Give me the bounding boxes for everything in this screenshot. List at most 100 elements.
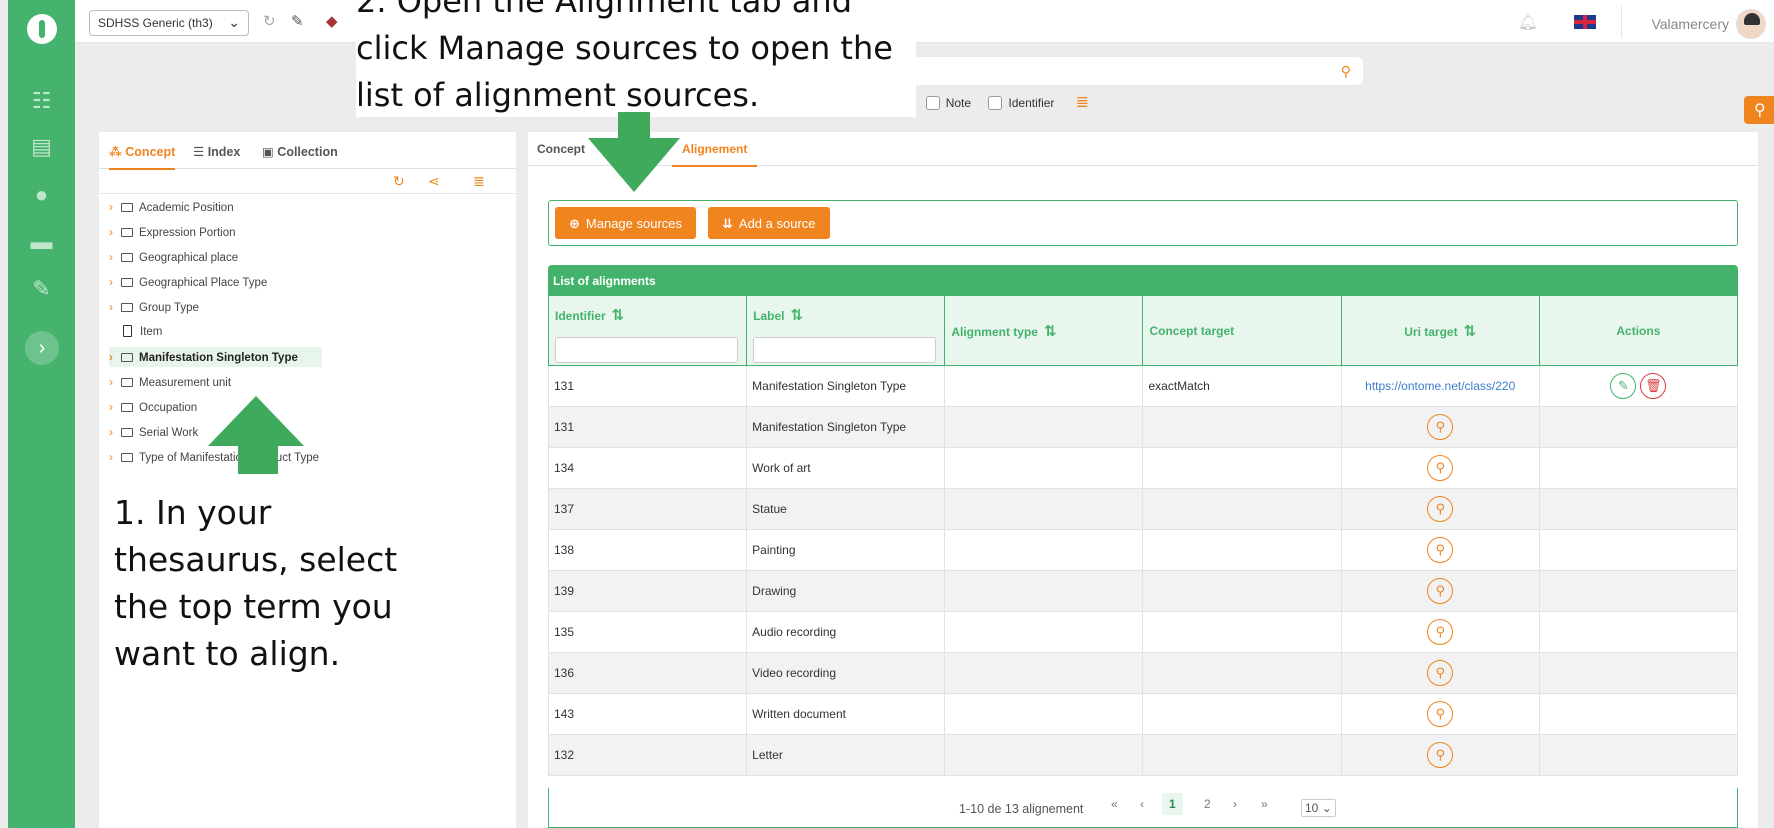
table-row: 134 Work of art ⚲: [547, 447, 1739, 489]
username[interactable]: Valamercery: [1651, 16, 1729, 32]
manage-sources-button[interactable]: ⊕ Manage sources: [555, 207, 697, 239]
tree-toolbar: ↻ ⋖ ≣: [99, 170, 516, 194]
tree-item[interactable]: › Academic Position: [109, 197, 234, 217]
chevron-right-icon[interactable]: ›: [109, 197, 121, 217]
refresh-icon[interactable]: ↻: [263, 12, 276, 30]
search-alignment-icon[interactable]: ⚲: [1427, 742, 1454, 768]
tab-collection-label: Collection: [277, 145, 338, 159]
search-input[interactable]: ⚲: [870, 57, 1363, 85]
bell-icon[interactable]: 🔔︎: [1518, 12, 1538, 32]
page-2-button[interactable]: 2: [1204, 797, 1211, 811]
menu-lines-icon[interactable]: ≣: [473, 173, 485, 190]
tree-item[interactable]: Item: [109, 322, 162, 342]
col-uri-target-label: Uri target: [1404, 324, 1458, 339]
tab-concept[interactable]: ⁂ Concept: [109, 144, 176, 170]
search-alignment-icon[interactable]: ⚲: [1427, 660, 1454, 686]
avatar[interactable]: [1736, 9, 1766, 39]
refresh-icon[interactable]: ↻: [393, 173, 405, 190]
filter-note-checkbox[interactable]: [925, 96, 940, 110]
edit-icon[interactable]: ✎: [1610, 373, 1637, 399]
sort-icon[interactable]: ⇅: [1464, 323, 1477, 340]
prev-page-button[interactable]: ‹: [1140, 797, 1144, 811]
tab-alignement[interactable]: Alignement: [672, 142, 758, 167]
menu-lines-icon[interactable]: ≣: [1076, 94, 1089, 111]
chevron-right-icon[interactable]: ›: [109, 347, 121, 367]
arrow-down-icon: [588, 112, 680, 192]
chevron-right-icon[interactable]: ›: [109, 397, 121, 417]
chevron-right-icon[interactable]: ›: [109, 372, 121, 392]
tree-item[interactable]: › Geographical place: [109, 247, 238, 267]
eraser-icon[interactable]: ◆: [326, 12, 338, 30]
chevron-right-icon[interactable]: ›: [109, 447, 121, 467]
sort-down-icon: ⇊: [722, 216, 733, 231]
search-icon[interactable]: ⚲: [1341, 63, 1351, 80]
side-search-button[interactable]: ⚲: [1744, 96, 1774, 124]
identifier-filter-input[interactable]: [555, 337, 738, 363]
expand-nav-button[interactable]: ›: [25, 331, 59, 365]
label-filter-input[interactable]: [753, 337, 937, 363]
app-logo[interactable]: [27, 14, 57, 44]
first-page-button[interactable]: «: [1111, 797, 1118, 811]
add-source-button[interactable]: ⇊ Add a source: [708, 207, 830, 239]
uri-target-link[interactable]: https://ontome.net/class/220: [1365, 379, 1515, 393]
search-alignment-icon[interactable]: ⚲: [1427, 578, 1454, 604]
tree-item[interactable]: › Geographical Place Type: [109, 272, 267, 292]
chevron-right-icon[interactable]: ›: [109, 247, 121, 267]
tab-collection[interactable]: ▣ Collection: [262, 144, 338, 159]
tree-item[interactable]: › Group Type: [109, 297, 199, 317]
tab-concept[interactable]: Concept: [537, 142, 585, 156]
tree-item[interactable]: › Serial Work: [109, 422, 198, 442]
col-label[interactable]: Label ⇅: [746, 295, 946, 366]
cell-uri-target: ⚲: [1340, 570, 1540, 612]
search-alignment-icon[interactable]: ⚲: [1427, 701, 1454, 727]
tree-item[interactable]: › Manifestation Singleton Type: [109, 347, 322, 367]
tree-icon[interactable]: ☷: [8, 88, 75, 114]
chevron-right-icon[interactable]: ›: [109, 272, 121, 292]
user-icon[interactable]: ●: [8, 182, 75, 208]
cell-actions: [1538, 529, 1739, 571]
filter-identifier-checkbox[interactable]: [988, 96, 1003, 110]
cell-alignment-type: [944, 365, 1144, 407]
trash-icon[interactable]: 🗑︎: [1640, 373, 1667, 399]
cell-concept-target: exactMatch: [1142, 365, 1342, 407]
search-alignment-icon[interactable]: ⚲: [1427, 537, 1454, 563]
col-identifier[interactable]: Identifier ⇅: [547, 295, 748, 366]
sort-icon[interactable]: ⇅: [1044, 323, 1057, 340]
sort-icon[interactable]: ⇅: [791, 307, 804, 324]
pencil-icon[interactable]: ✎: [291, 12, 304, 30]
sort-icon[interactable]: ⇅: [612, 307, 625, 324]
cell-actions: [1538, 406, 1739, 448]
chevron-right-icon[interactable]: ›: [109, 422, 121, 442]
chevron-right-icon[interactable]: ›: [109, 297, 121, 317]
chevron-right-icon[interactable]: ›: [109, 222, 121, 242]
search-alignment-icon[interactable]: ⚲: [1427, 496, 1454, 522]
next-page-button[interactable]: ›: [1233, 797, 1237, 811]
uk-flag-icon[interactable]: [1574, 15, 1596, 29]
page-1-button[interactable]: 1: [1162, 793, 1183, 815]
thesaurus-select[interactable]: SDHSS Generic (th3) ⌄: [89, 10, 249, 36]
share-icon[interactable]: ⋖: [428, 173, 440, 190]
search-alignment-icon[interactable]: ⚲: [1427, 414, 1454, 440]
cell-label: Manifestation Singleton Type: [746, 406, 946, 448]
last-page-button[interactable]: »: [1261, 797, 1268, 811]
search-alignment-icon[interactable]: ⚲: [1427, 619, 1454, 645]
briefcase-icon[interactable]: ▬: [8, 229, 75, 255]
tree-item-label: Geographical Place Type: [139, 277, 268, 289]
tab-index[interactable]: ☰ Index: [193, 144, 240, 159]
table-row: 137 Statue ⚲: [547, 488, 1739, 530]
left-nav: ☷ ▤ ● ▬ ✎ ›: [8, 0, 75, 828]
file-check-icon[interactable]: ▤: [8, 134, 75, 160]
cell-concept-target: [1142, 652, 1342, 694]
wrench-icon[interactable]: ✎: [8, 276, 75, 302]
col-alignment-type[interactable]: Alignment type ⇅: [944, 295, 1144, 366]
tree-item[interactable]: › Occupation: [109, 397, 197, 417]
tree-item[interactable]: › Measurement unit: [109, 372, 231, 392]
tree-item-label: Academic Position: [139, 202, 234, 214]
search-alignment-icon[interactable]: ⚲: [1427, 455, 1454, 481]
page-size-select[interactable]: 10 ⌄: [1301, 799, 1336, 817]
tree-item[interactable]: › Expression Portion: [109, 222, 236, 242]
col-alignment-type-label: Alignment type: [951, 324, 1038, 339]
cell-uri-target: ⚲: [1340, 652, 1540, 694]
col-uri-target[interactable]: Uri target ⇅: [1340, 295, 1540, 366]
cell-actions: [1538, 611, 1739, 653]
